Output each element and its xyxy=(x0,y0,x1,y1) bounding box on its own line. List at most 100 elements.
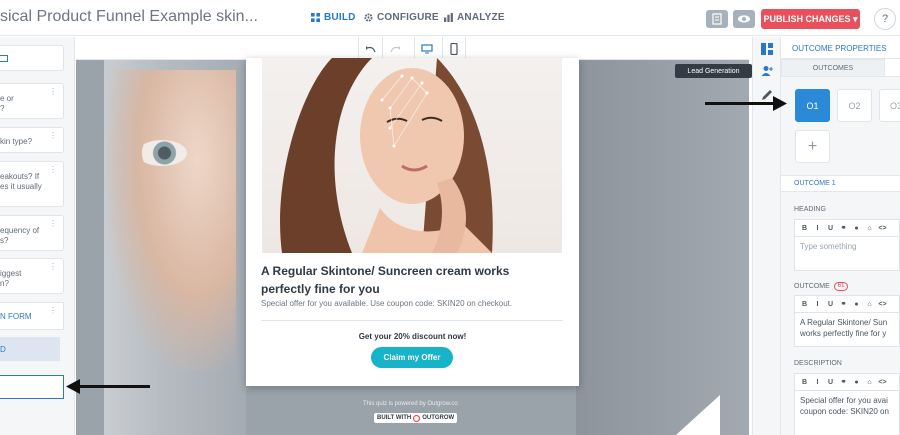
outcome-field-label: OUTCOME 61 xyxy=(794,282,849,291)
funnel-title[interactable]: sical Product Funnel Example skin... xyxy=(0,8,258,26)
question-text: n? xyxy=(0,279,9,288)
new-item-input[interactable] xyxy=(0,375,64,399)
redo-button[interactable] xyxy=(382,37,406,60)
drag-handle-icon[interactable]: ⋮ xyxy=(49,219,57,229)
editor-toolbar: B I U ⚭ ● ⌂ <> xyxy=(795,374,899,391)
underline-icon[interactable]: U xyxy=(824,301,837,308)
description-editor[interactable]: B I U ⚭ ● ⌂ <> Special offer for you ava… xyxy=(794,373,900,435)
description-input[interactable]: Special offer for you avai coupon code: … xyxy=(795,391,899,421)
code-icon[interactable]: <> xyxy=(876,225,889,232)
italic-icon[interactable]: I xyxy=(811,379,824,386)
underline-icon[interactable]: U xyxy=(824,379,837,386)
code-icon[interactable]: <> xyxy=(876,379,889,386)
outcome-2-button[interactable]: O2 xyxy=(837,89,872,122)
outcome-1-button[interactable]: O1 xyxy=(795,89,830,122)
link-icon[interactable]: ⚭ xyxy=(837,224,850,232)
heading-editor[interactable]: B I U ⚭ ● ⌂ <> Type something xyxy=(794,219,900,271)
outcome-editor[interactable]: B I U ⚭ ● ⌂ <> A Regular Skintone/ Sun w… xyxy=(794,295,900,347)
publish-changes-button[interactable]: PUBLISH CHANGES ▾ xyxy=(761,9,860,29)
tab-analyze-label: ANALYZE xyxy=(457,12,505,23)
canvas-toolbar xyxy=(76,37,749,60)
description-text-line: coupon code: SKIN20 on xyxy=(800,407,889,416)
home-icon[interactable]: ⌂ xyxy=(863,225,876,232)
home-icon[interactable]: ⌂ xyxy=(863,379,876,386)
outgrow-logo-icon xyxy=(413,414,421,422)
question-text: kin type? xyxy=(0,137,33,146)
add-outcome-button[interactable]: + xyxy=(795,130,830,163)
drag-handle-icon[interactable]: ⋮ xyxy=(49,306,57,315)
link-icon[interactable]: ⚭ xyxy=(837,378,850,386)
question-card[interactable]: iggest n? ⋮ xyxy=(0,258,64,294)
tab-secondary[interactable] xyxy=(885,59,900,77)
arrow-head-icon xyxy=(66,379,80,394)
question-card[interactable]: eakouts? If es it usually ⋮ xyxy=(0,161,64,207)
bold-icon[interactable]: B xyxy=(798,225,811,232)
background-image-right xyxy=(576,60,749,435)
lead-generation-tooltip: Lead Generation xyxy=(675,64,752,78)
lead-form-label: N FORM xyxy=(0,312,32,321)
outcome-text-line: works perfectly fine for y xyxy=(800,329,887,338)
preview-button[interactable] xyxy=(733,10,755,28)
gear-icon xyxy=(364,13,373,22)
question-text: s? xyxy=(0,236,9,245)
drag-handle-icon[interactable]: ⋮ xyxy=(49,262,57,272)
outcome-text-line: A Regular Skintone/ Sun xyxy=(800,318,888,327)
editor-toolbar: B I U ⚭ ● ⌂ <> xyxy=(795,220,899,237)
grid-icon xyxy=(311,13,320,22)
underline-icon[interactable]: U xyxy=(824,225,837,232)
background-face xyxy=(106,70,236,370)
desktop-icon xyxy=(420,43,433,53)
drag-handle-icon[interactable]: ⋮ xyxy=(49,165,57,175)
question-text: es it usually xyxy=(0,182,42,191)
built-with-badge[interactable]: BUILT WITH OUTGROW xyxy=(374,413,458,423)
help-button[interactable]: ? xyxy=(874,8,896,30)
add-user-icon[interactable] xyxy=(761,65,773,77)
color-icon[interactable]: ● xyxy=(850,225,863,232)
offer-text: Special offer for you available. Use cou… xyxy=(261,299,513,308)
add-question-label: D xyxy=(0,345,6,354)
outcome-3-button[interactable]: O3 xyxy=(879,89,900,122)
question-card[interactable]: kin type? ⋮ xyxy=(0,127,64,153)
outcome-input[interactable]: A Regular Skintone/ Sun works perfectly … xyxy=(795,313,899,343)
question-card[interactable]: equency of s? ⋮ xyxy=(0,215,64,251)
mobile-view-button[interactable] xyxy=(442,37,466,60)
pages-button[interactable] xyxy=(706,10,728,28)
question-card[interactable]: e or ? ⋮ xyxy=(0,83,64,119)
tab-analyze[interactable]: ANALYZE xyxy=(444,12,505,23)
color-icon[interactable]: ● xyxy=(850,301,863,308)
undo-icon xyxy=(365,45,376,52)
color-icon[interactable]: ● xyxy=(850,379,863,386)
drag-handle-icon[interactable]: ⋮ xyxy=(49,87,57,97)
question-card[interactable] xyxy=(0,45,64,71)
home-icon[interactable]: ⌂ xyxy=(863,301,876,308)
drag-handle-icon[interactable]: ⋮ xyxy=(49,131,57,141)
tab-build[interactable]: BUILD xyxy=(311,12,356,23)
italic-icon[interactable]: I xyxy=(811,225,824,232)
question-text: equency of xyxy=(0,226,40,235)
editor-toolbar: B I U ⚭ ● ⌂ <> xyxy=(795,296,899,313)
lead-form-card[interactable]: N FORM ⋮ xyxy=(0,302,64,330)
character-count-badge: 61 xyxy=(833,282,849,291)
pencil-icon[interactable] xyxy=(761,89,773,101)
link-icon[interactable]: ⚭ xyxy=(837,300,850,308)
heading-input[interactable]: Type something xyxy=(795,237,899,256)
claim-offer-button[interactable]: Claim my Offer xyxy=(371,347,453,368)
bold-icon[interactable]: B xyxy=(798,301,811,308)
question-text: e or xyxy=(0,94,14,103)
code-icon[interactable]: <> xyxy=(876,301,889,308)
layout-icon[interactable] xyxy=(761,43,773,55)
tab-outcomes[interactable]: OUTCOMES xyxy=(781,59,885,77)
tab-configure[interactable]: CONFIGURE xyxy=(364,12,439,23)
powered-by-text: This quiz is powered by Outgrow.co xyxy=(363,401,458,407)
undo-button[interactable] xyxy=(358,37,382,60)
question-text: iggest xyxy=(0,269,22,278)
pages-icon xyxy=(712,13,722,25)
divider xyxy=(261,320,563,321)
eye-icon xyxy=(738,15,750,23)
heading-label-text: HEADING xyxy=(794,206,826,213)
desktop-view-button[interactable] xyxy=(414,37,438,60)
annotation-arrow xyxy=(79,385,150,388)
bold-icon[interactable]: B xyxy=(798,379,811,386)
italic-icon[interactable]: I xyxy=(811,301,824,308)
add-question-button[interactable]: D xyxy=(0,337,60,361)
